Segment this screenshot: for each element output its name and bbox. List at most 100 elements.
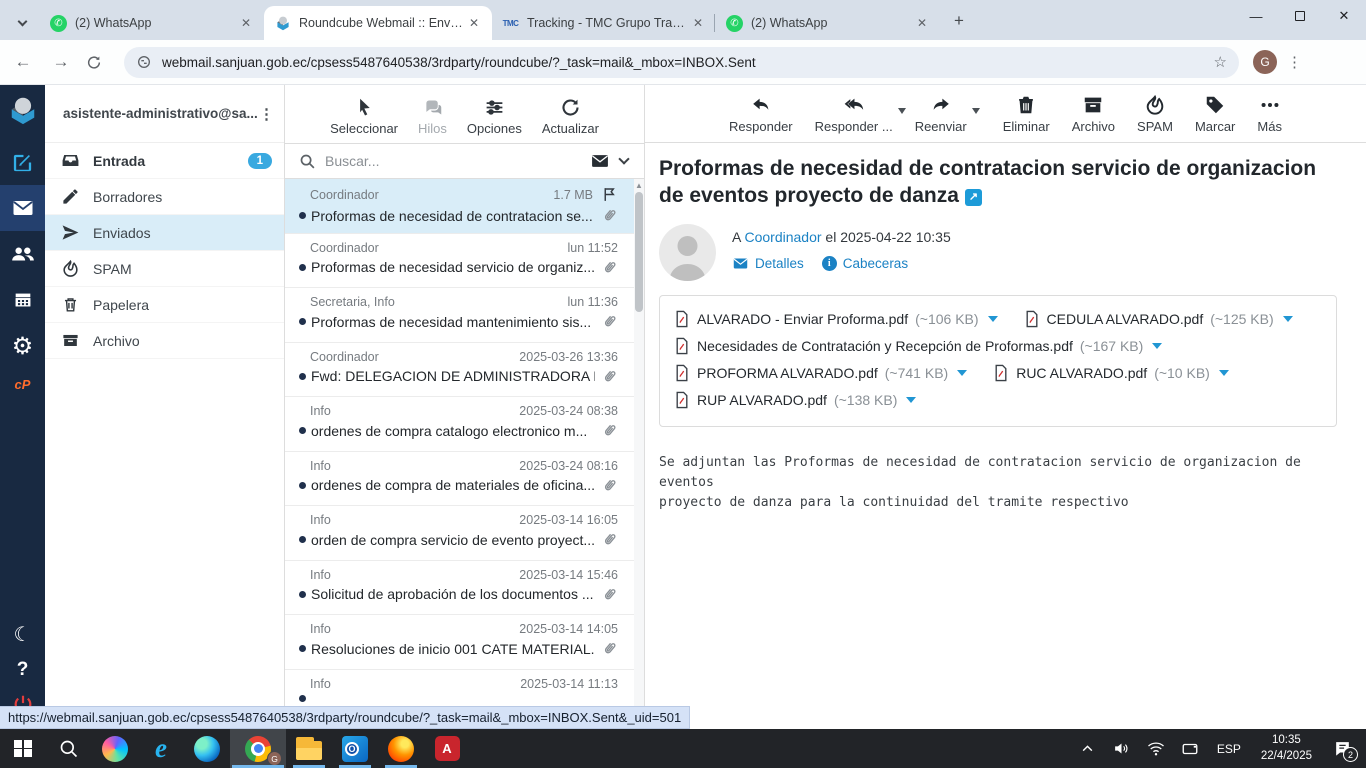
taskbar-firefox-button[interactable]: [378, 729, 424, 768]
tab-roundcube[interactable]: Roundcube Webmail :: Enviados ✕: [264, 6, 492, 40]
delete-button[interactable]: Eliminar: [1003, 94, 1050, 134]
attachment-item[interactable]: Necesidades de Contratación y Recepción …: [674, 337, 1163, 355]
message-row[interactable]: Info 2025-03-24 08:38 ordenes de compra c…: [285, 397, 644, 452]
folder-spam[interactable]: SPAM: [45, 251, 284, 287]
list-scrollbar[interactable]: ▲ ▼: [634, 179, 644, 729]
headers-link[interactable]: i Cabeceras: [821, 255, 908, 271]
tab-whatsapp-2[interactable]: ✆ (2) WhatsApp ✕: [714, 6, 940, 40]
taskbar-search-button[interactable]: [46, 729, 92, 768]
new-tab-button[interactable]: +: [946, 8, 972, 34]
attachment-item[interactable]: ALVARADO - Enviar Proforma.pdf (~106 KB): [674, 310, 998, 328]
details-link[interactable]: Detalles: [732, 255, 804, 272]
attachment-menu-icon[interactable]: [1282, 316, 1293, 323]
back-button[interactable]: ←: [8, 47, 38, 77]
message-row[interactable]: Info 2025-03-24 08:16 ordenes de compra d…: [285, 452, 644, 506]
message-row[interactable]: Secretaria, Info lun 11:36 Proformas de n…: [285, 288, 644, 343]
message-row[interactable]: Info 2025-03-14 14:05 Resoluciones de ini…: [285, 615, 644, 670]
folder-papelera[interactable]: Papelera: [45, 287, 284, 323]
maximize-button[interactable]: [1278, 0, 1322, 32]
dark-mode-icon[interactable]: ☾: [14, 622, 32, 647]
tab-tmc-tracking[interactable]: TMC Tracking - TMC Grupo Tramaco ✕: [492, 6, 716, 40]
minimize-button[interactable]: —: [1234, 0, 1278, 32]
folder-entrada[interactable]: Entrada 1: [45, 143, 284, 179]
open-external-icon[interactable]: ↗: [964, 188, 982, 206]
mark-button[interactable]: Marcar: [1195, 94, 1235, 134]
language-indicator[interactable]: ESP: [1209, 742, 1249, 756]
tray-expand-chevron-icon[interactable]: [1073, 729, 1103, 768]
attachment-menu-icon[interactable]: [906, 397, 917, 404]
account-menu-icon[interactable]: ⋮: [259, 105, 274, 123]
search-scope-envelope-icon[interactable]: [590, 151, 610, 171]
forward-button[interactable]: Reenviar: [915, 94, 980, 134]
message-row[interactable]: Coordinador 1.7 MB Proformas de necesidad…: [285, 179, 644, 234]
attachment-menu-icon[interactable]: [1218, 370, 1229, 377]
attachment-item[interactable]: RUP ALVARADO.pdf (~138 KB): [674, 391, 917, 409]
start-button[interactable]: [0, 729, 46, 768]
address-bar[interactable]: webmail.sanjuan.gob.ec/cpsess5487640538/…: [124, 46, 1239, 78]
taskbar-edge-button[interactable]: [184, 729, 230, 768]
flag-icon[interactable]: [601, 186, 618, 203]
message-row[interactable]: Info 2025-03-14 16:05 orden de compra ser…: [285, 506, 644, 561]
taskbar-outlook-button[interactable]: O: [332, 729, 378, 768]
tab-close-icon[interactable]: ✕: [912, 14, 932, 32]
search-input[interactable]: [325, 153, 590, 169]
chevron-down-icon[interactable]: [971, 108, 980, 114]
browser-menu-icon[interactable]: ⋮: [1287, 53, 1302, 71]
reload-button[interactable]: [84, 47, 114, 77]
tab-close-icon[interactable]: ✕: [236, 14, 256, 32]
nav-calendar-button[interactable]: [0, 277, 45, 323]
taskbar-copilot-button[interactable]: [92, 729, 138, 768]
browser-profile-avatar[interactable]: G: [1253, 50, 1277, 74]
wifi-icon[interactable]: [1141, 729, 1171, 768]
select-button[interactable]: Seleccionar: [330, 97, 398, 136]
message-row[interactable]: Coordinador lun 11:52 Proformas de necesi…: [285, 234, 644, 288]
nav-mail-button[interactable]: [0, 185, 45, 231]
attachment-menu-icon[interactable]: [957, 370, 968, 377]
attachment-menu-icon[interactable]: [1152, 343, 1163, 350]
taskbar-acrobat-button[interactable]: A: [424, 729, 470, 768]
message-row[interactable]: Info 2025-03-14 15:46 Solicitud de aproba…: [285, 561, 644, 615]
attachment-item[interactable]: PROFORMA ALVARADO.pdf (~741 KB): [674, 364, 968, 382]
notification-center-button[interactable]: 2: [1324, 729, 1360, 768]
tab-search-button[interactable]: [8, 9, 36, 37]
tab-whatsapp-1[interactable]: ✆ (2) WhatsApp ✕: [40, 6, 264, 40]
refresh-button[interactable]: Actualizar: [542, 97, 599, 136]
archive-button[interactable]: Archivo: [1072, 94, 1115, 134]
help-icon[interactable]: ?: [17, 659, 29, 681]
taskbar-chrome-button[interactable]: G: [230, 729, 286, 768]
chevron-down-icon[interactable]: [897, 108, 906, 114]
volume-icon[interactable]: [1107, 729, 1137, 768]
tab-close-icon[interactable]: ✕: [688, 14, 708, 32]
close-button[interactable]: ✕: [1322, 0, 1366, 32]
options-button[interactable]: Opciones: [467, 97, 522, 136]
search-options-chevron-icon[interactable]: [618, 153, 630, 165]
attachment-item[interactable]: RUC ALVARADO.pdf (~10 KB): [993, 364, 1229, 382]
reply-button[interactable]: Responder: [729, 94, 793, 134]
compose-button[interactable]: [0, 139, 45, 185]
cpanel-logo[interactable]: cP: [15, 377, 31, 392]
folder-archivo[interactable]: Archivo: [45, 323, 284, 359]
nav-settings-button[interactable]: ⚙: [0, 323, 45, 369]
folder-borradores[interactable]: Borradores: [45, 179, 284, 215]
message-row[interactable]: Coordinador 2025-03-26 13:36 Fwd: DELEGAC…: [285, 343, 644, 397]
forward-button[interactable]: →: [46, 47, 76, 77]
display-cast-icon[interactable]: [1175, 729, 1205, 768]
taskbar-clock[interactable]: 10:35 22/4/2025: [1253, 733, 1320, 764]
tab-close-icon[interactable]: ✕: [464, 14, 484, 32]
nav-contacts-button[interactable]: [0, 231, 45, 277]
taskbar-ie-button[interactable]: e: [138, 729, 184, 768]
account-header[interactable]: asistente-administrativo@sa... ⋮: [45, 85, 284, 143]
more-button[interactable]: Más: [1257, 94, 1282, 134]
spam-button[interactable]: SPAM: [1137, 94, 1173, 134]
site-settings-icon[interactable]: [136, 54, 152, 70]
attachment-item[interactable]: CEDULA ALVARADO.pdf (~125 KB): [1024, 310, 1293, 328]
threads-button[interactable]: Hilos: [418, 97, 447, 136]
scroll-up-icon[interactable]: ▲: [635, 179, 643, 192]
bookmark-star-icon[interactable]: ☆: [1214, 53, 1227, 71]
recipient-link[interactable]: Coordinador: [744, 229, 821, 245]
attachment-menu-icon[interactable]: [987, 316, 998, 323]
scrollbar-thumb[interactable]: [635, 192, 643, 312]
reply-all-button[interactable]: Responder ...: [815, 94, 906, 134]
taskbar-explorer-button[interactable]: [286, 729, 332, 768]
folder-enviados[interactable]: Enviados: [45, 215, 284, 251]
